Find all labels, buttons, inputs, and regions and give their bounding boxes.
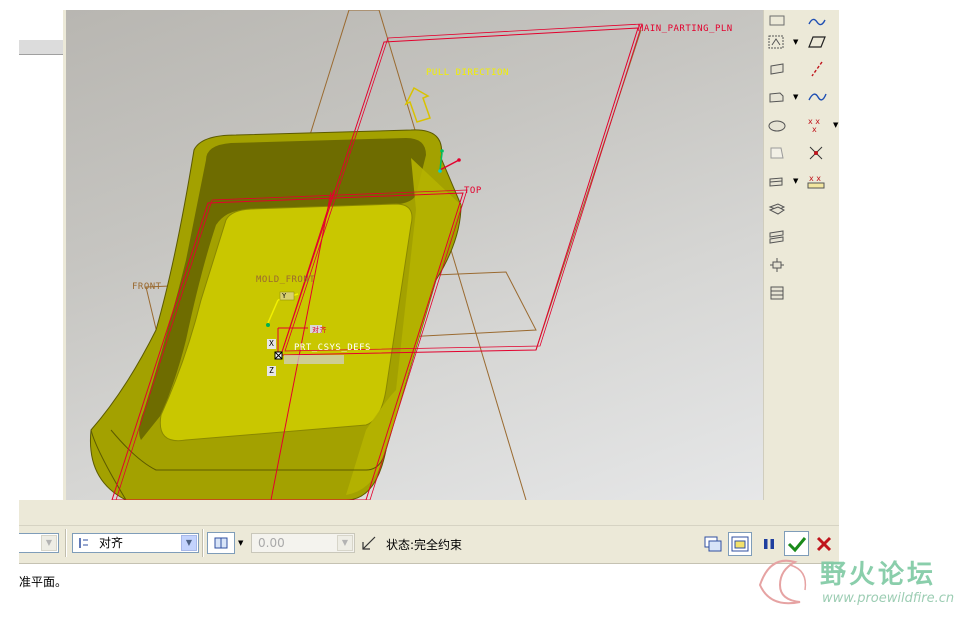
offset-point-icon[interactable]: x x	[804, 170, 830, 192]
move-icon[interactable]	[764, 254, 790, 276]
site-watermark: 野火论坛 www.proewildfire.cn	[750, 550, 962, 614]
offset-value-input[interactable]: 0.00 ▼	[251, 533, 355, 553]
datum-curve-icon[interactable]	[804, 86, 830, 108]
constraint-type-value: 对齐	[99, 536, 124, 550]
axis-z-label: Z	[269, 366, 275, 375]
app-window: ◂ ◂ ▸ ◂ ▸ ◂ ◂	[19, 10, 839, 594]
datum-axis-icon[interactable]	[804, 58, 830, 80]
watermark-title: 野火论坛	[820, 560, 937, 590]
separate-window-button[interactable]	[702, 533, 724, 555]
separate-window-icon	[704, 536, 722, 552]
feature-toolbar: ▼ ▼ x xx ▼ ▼ x x	[763, 10, 839, 500]
pull-direction-label: PULL DIRECTION	[426, 68, 509, 78]
prt-csys-label: PRT_CSYS_DEFS	[294, 343, 371, 353]
watermark-url: www.proewildfire.cn	[822, 591, 955, 606]
flip-button[interactable]	[360, 534, 378, 552]
offset-type-icon	[214, 537, 228, 549]
pull-direction-arrow	[404, 86, 431, 123]
flip-icon	[362, 536, 376, 550]
chevron-down-icon[interactable]: ▼	[181, 535, 197, 551]
chevron-down-icon[interactable]: ▼	[793, 38, 798, 46]
csys-icon[interactable]	[764, 31, 790, 53]
front-plane-label: FRONT	[132, 282, 162, 292]
cut-icon[interactable]	[764, 282, 790, 304]
pause-icon	[764, 539, 774, 549]
molded-part	[89, 129, 462, 500]
rib-icon[interactable]	[764, 198, 790, 220]
csys-tag-label: 对齐	[312, 326, 327, 334]
extrude-icon[interactable]	[764, 58, 790, 80]
sketch-curve-icon[interactable]	[804, 10, 830, 32]
chevron-down-icon[interactable]: ▼	[337, 535, 353, 551]
chevron-down-icon[interactable]: ▼	[793, 177, 798, 185]
model-tree-panel[interactable]	[19, 10, 64, 500]
assembly-window-icon	[731, 536, 749, 552]
model-tree-header	[19, 40, 63, 55]
offset-value: 0.00	[258, 536, 285, 550]
feature-dashboard: ▼ 对齐 ▼ ▼ 0.00 ▼ 状态:完全约束	[19, 525, 839, 564]
datum-point-icon[interactable]	[764, 10, 790, 32]
watermark-logo	[758, 559, 807, 605]
message-bar: 准平面。	[19, 563, 839, 594]
assembly-window-button[interactable]	[728, 532, 752, 556]
draft-icon[interactable]	[764, 142, 790, 164]
message-text: 准平面。	[19, 575, 68, 589]
reference-dropdown[interactable]: ▼	[19, 533, 59, 553]
sweep-icon[interactable]	[764, 226, 790, 248]
chevron-down-icon[interactable]: ▼	[41, 535, 57, 551]
offset-type-button[interactable]	[207, 532, 235, 554]
mold-front-label: MOLD_FRONT	[256, 275, 316, 285]
chevron-down-icon[interactable]: ▼	[238, 539, 243, 547]
top-plane-label: TOP	[464, 186, 482, 196]
shell-icon[interactable]	[764, 114, 790, 136]
constraint-status: 状态:完全约束	[386, 538, 463, 552]
svg-text:x: x	[812, 125, 817, 134]
graphics-viewport[interactable]: MAIN_PARTING_PLN PULL DIRECTION TOP FRON…	[66, 10, 763, 500]
svg-text:x x: x x	[809, 174, 821, 183]
constraint-type-dropdown[interactable]: 对齐 ▼	[72, 533, 199, 553]
datum-point-array-icon[interactable]: x xx	[804, 114, 830, 136]
sketched-point-icon[interactable]	[804, 142, 830, 164]
main-parting-pln-label: MAIN_PARTING_PLN	[638, 24, 733, 34]
part-csys-axes	[438, 149, 461, 173]
revolve-icon[interactable]	[764, 86, 790, 108]
axis-x-label: X	[269, 339, 275, 348]
chevron-down-icon[interactable]: ▼	[833, 121, 838, 129]
model-drawing	[89, 10, 643, 500]
datum-plane-icon[interactable]	[804, 31, 830, 53]
axis-y-label: Y	[282, 292, 287, 300]
chevron-down-icon[interactable]: ▼	[793, 93, 798, 101]
round-icon[interactable]	[764, 170, 790, 192]
align-constraint-icon	[79, 538, 88, 548]
